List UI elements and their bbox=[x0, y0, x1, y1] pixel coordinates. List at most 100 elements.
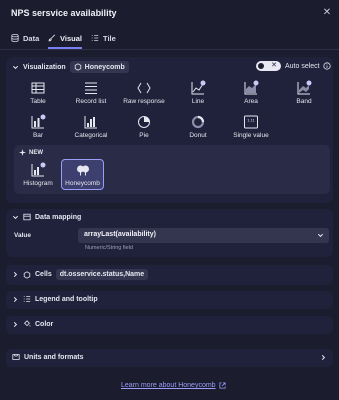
chevron-down-icon bbox=[12, 65, 19, 69]
panel-header: NPS sersvice availability ✕ bbox=[0, 0, 339, 28]
visualization-header[interactable]: Visualization Honeycomb bbox=[12, 61, 129, 73]
viz-pie-label: Pie bbox=[139, 132, 149, 139]
viz-honeycomb[interactable]: Honeycomb bbox=[61, 159, 104, 190]
value-select[interactable]: arrayLast(availability) bbox=[78, 228, 329, 243]
area-chart-icon bbox=[244, 80, 259, 95]
viz-donut-label: Donut bbox=[189, 132, 207, 139]
legend-header: Legend and tooltip bbox=[12, 295, 98, 303]
database-icon bbox=[11, 34, 19, 42]
viz-raw-response-label: Raw response bbox=[123, 98, 165, 105]
viz-bar[interactable]: Bar bbox=[11, 114, 65, 140]
chevron-down-icon bbox=[317, 233, 324, 238]
current-visualization-label: Honeycomb bbox=[84, 63, 125, 71]
auto-select: Auto select bbox=[285, 62, 331, 70]
info-icon[interactable] bbox=[323, 62, 331, 70]
cells-label: Cells bbox=[35, 271, 52, 278]
new-label: NEW bbox=[29, 149, 43, 156]
tab-data-label: Data bbox=[23, 34, 40, 43]
histogram-icon bbox=[31, 162, 46, 177]
data-mapping-icon bbox=[23, 213, 31, 221]
brush-icon bbox=[48, 34, 56, 42]
viz-table[interactable]: Table bbox=[11, 80, 65, 106]
viz-categorical-label: Categorical bbox=[74, 132, 108, 139]
donut-chart-icon bbox=[191, 115, 205, 129]
color-label: Color bbox=[35, 320, 54, 328]
legend-section[interactable]: Legend and tooltip bbox=[6, 291, 333, 309]
viz-area-label: Area bbox=[244, 98, 258, 105]
band-chart-icon bbox=[297, 80, 312, 95]
viz-honeycomb-label: Honeycomb bbox=[65, 180, 100, 187]
value-field-hint: Numeric/String field bbox=[85, 245, 133, 251]
viz-line-label: Line bbox=[191, 98, 205, 105]
cells-icon bbox=[23, 270, 31, 279]
auto-select-label: Auto select bbox=[285, 62, 320, 70]
units-header: Units and formats bbox=[12, 353, 84, 361]
value-field-label: Value bbox=[14, 232, 31, 239]
viz-histogram-label: Histogram bbox=[23, 180, 53, 187]
learn-more-label: Learn more about Honeycomb bbox=[121, 382, 216, 389]
tab-visual-label: Visual bbox=[60, 34, 82, 43]
tab-bar: Data Visual Tile bbox=[0, 28, 339, 50]
units-section[interactable]: Units and formats bbox=[6, 349, 333, 367]
learn-more-link[interactable]: Learn more about Honeycomb bbox=[121, 382, 226, 389]
single-value-icon: 1.11 bbox=[244, 115, 258, 129]
bar-chart-icon bbox=[31, 114, 46, 129]
current-visualization-pill: Honeycomb bbox=[69, 61, 129, 73]
units-label: Units and formats bbox=[24, 353, 84, 361]
chevron-right-icon bbox=[13, 296, 18, 302]
line-chart-icon bbox=[191, 80, 206, 95]
list-icon bbox=[91, 35, 99, 41]
table-icon bbox=[31, 82, 45, 94]
chevron-down-icon bbox=[12, 215, 19, 219]
record-list-icon bbox=[85, 82, 97, 94]
viz-line[interactable]: Line bbox=[171, 80, 225, 106]
auto-select-toggle[interactable]: ✕ bbox=[256, 61, 281, 71]
viz-band[interactable]: Band bbox=[277, 80, 331, 106]
viz-pie[interactable]: Pie bbox=[117, 114, 171, 140]
value-select-text: arrayLast(availability) bbox=[84, 231, 156, 238]
single-value-sample: 1.11 bbox=[247, 118, 255, 123]
viz-categorical[interactable]: Categorical bbox=[64, 114, 118, 140]
legend-icon bbox=[23, 296, 31, 302]
legend-label: Legend and tooltip bbox=[35, 295, 98, 303]
viz-band-label: Band bbox=[296, 98, 312, 105]
viz-bar-label: Bar bbox=[32, 132, 44, 139]
tab-data[interactable]: Data bbox=[11, 34, 39, 50]
viz-raw-response[interactable]: Raw response bbox=[117, 80, 171, 106]
categorical-chart-icon bbox=[84, 116, 97, 129]
external-link-icon bbox=[219, 382, 226, 389]
pie-chart-icon bbox=[138, 116, 150, 128]
viz-table-label: Table bbox=[30, 98, 46, 105]
data-mapping-label: Data mapping bbox=[35, 213, 82, 221]
units-icon bbox=[12, 354, 20, 360]
visualization-label: Visualization bbox=[23, 63, 66, 71]
data-mapping-header[interactable]: Data mapping bbox=[12, 213, 81, 221]
viz-donut[interactable]: Donut bbox=[171, 114, 225, 140]
viz-single-value-label: Single value bbox=[233, 132, 269, 139]
cells-section[interactable]: Cells dt.osservice.status,Name bbox=[6, 265, 333, 285]
paint-bucket-icon bbox=[24, 320, 31, 327]
chevron-right-icon bbox=[13, 271, 18, 278]
viz-record-list-label: Record list bbox=[75, 98, 107, 105]
raw-response-icon bbox=[137, 82, 151, 94]
viz-record-list[interactable]: Record list bbox=[64, 80, 118, 106]
color-section[interactable]: Color bbox=[6, 316, 333, 334]
new-tag: NEW bbox=[19, 149, 43, 156]
honeycomb-icon bbox=[76, 165, 89, 176]
viz-single-value[interactable]: 1.11 Single value bbox=[224, 114, 278, 140]
chevron-right-icon bbox=[321, 354, 326, 361]
viz-histogram[interactable]: Histogram bbox=[18, 162, 58, 189]
color-header: Color bbox=[12, 320, 53, 328]
cells-value-pill: dt.osservice.status,Name bbox=[55, 269, 149, 280]
tab-visual[interactable]: Visual bbox=[48, 34, 82, 50]
tab-tile-label: Tile bbox=[103, 34, 116, 43]
cells-value: dt.osservice.status,Name bbox=[59, 271, 145, 278]
sparkle-icon bbox=[19, 149, 26, 156]
cells-header: Cells dt.osservice.status,Name bbox=[12, 269, 149, 280]
chevron-right-icon bbox=[13, 321, 18, 327]
close-icon[interactable]: ✕ bbox=[322, 8, 332, 18]
honeycomb-small-icon bbox=[74, 63, 81, 71]
toggle-close-icon: ✕ bbox=[271, 62, 277, 69]
tab-tile[interactable]: Tile bbox=[91, 34, 116, 50]
viz-area[interactable]: Area bbox=[224, 80, 278, 106]
